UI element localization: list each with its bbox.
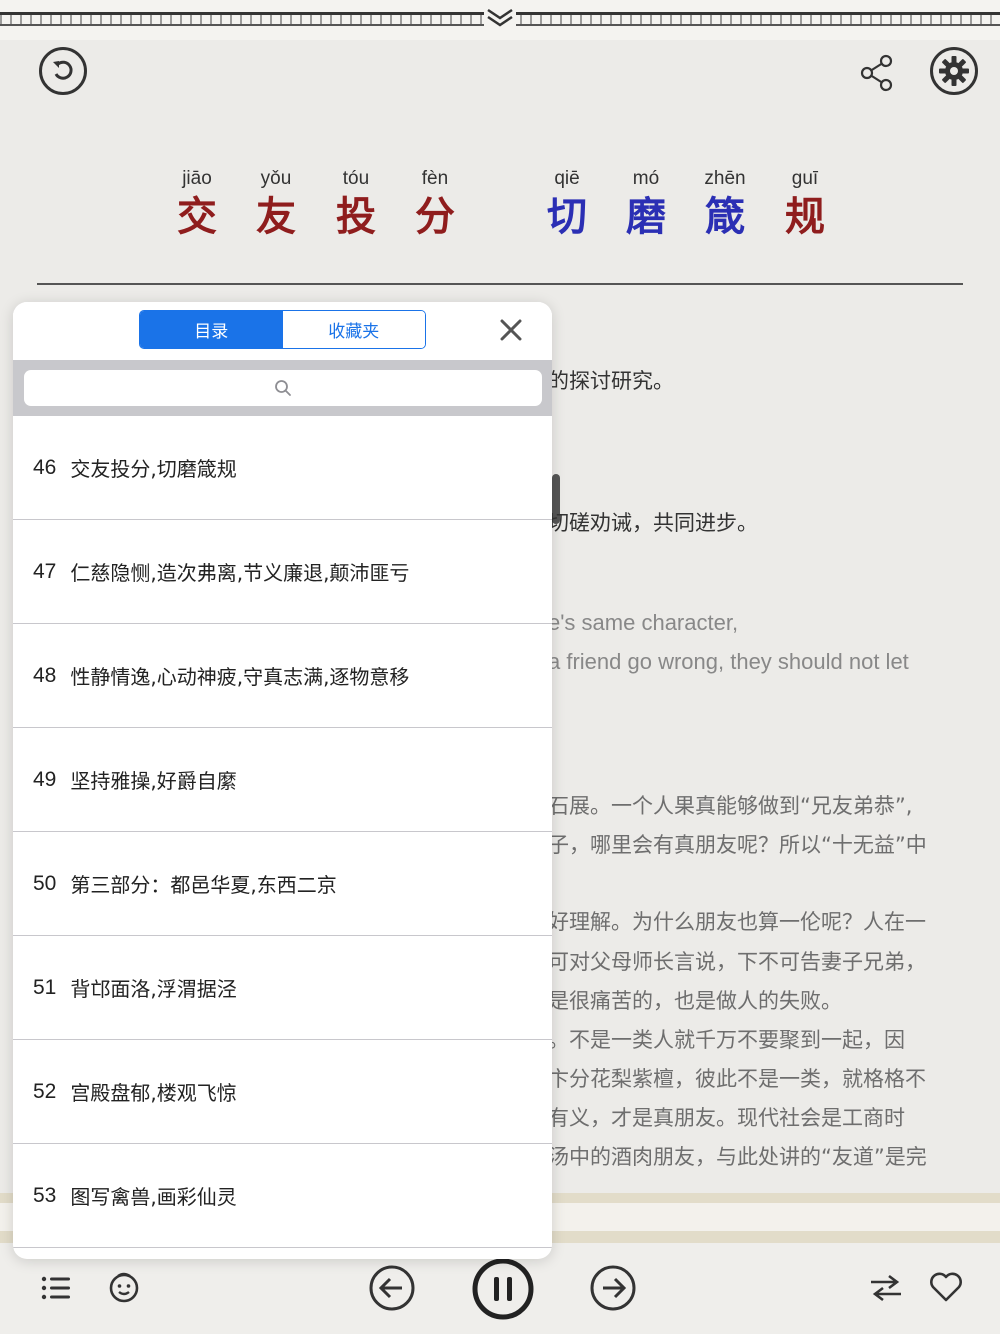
body-text: 子，哪里会有真朋友呢？所以“十无益”中 xyxy=(548,833,927,857)
title-char: jiāo 交 xyxy=(157,165,237,241)
search-icon xyxy=(275,380,291,396)
item-number: 53 xyxy=(33,1183,57,1207)
body-text-english: e's same character, xyxy=(548,610,739,635)
item-label: 第三部分：都邑华夏,东西二京 xyxy=(70,873,337,897)
search-input[interactable] xyxy=(24,370,542,406)
heart-icon xyxy=(930,1272,962,1302)
item-label: 性静情逸,心动神疲,守真志满,逐物意移 xyxy=(70,665,410,689)
list-icon xyxy=(41,1276,70,1300)
hanzi: 规 xyxy=(785,194,825,240)
contents-button[interactable] xyxy=(38,1270,74,1306)
share-icon xyxy=(860,54,893,92)
close-icon xyxy=(500,319,522,341)
body-text: 是很痛苦的，也是做人的失败。 xyxy=(548,989,842,1013)
list-item[interactable]: 53 图写禽兽,画彩仙灵 xyxy=(13,1144,552,1248)
arrow-left-circle-icon xyxy=(369,1265,415,1311)
title-char: yǒu 友 xyxy=(236,165,316,241)
item-number: 52 xyxy=(33,1079,57,1103)
contents-list: 46 交友投分,切磨箴规 47 仁慈隐恻,造次弗离,节义廉退,颠沛匪亏 48 性… xyxy=(13,416,552,1248)
list-item[interactable]: 51 背邙面洛,浮渭据泾 xyxy=(13,936,552,1040)
next-button[interactable] xyxy=(589,1264,637,1312)
close-button[interactable] xyxy=(497,316,525,344)
pinyin: yǒu xyxy=(260,168,292,189)
gear-icon xyxy=(939,56,969,86)
item-number: 51 xyxy=(33,975,57,999)
body-text: 汤中的酒肉朋友，与此处讲的“友道”是完 xyxy=(548,1145,927,1169)
tab-contents[interactable]: 目录 xyxy=(140,311,283,348)
previous-button[interactable] xyxy=(368,1264,416,1312)
shuffle-icon xyxy=(871,1274,901,1302)
title-char: mó 磨 xyxy=(606,165,686,241)
list-item[interactable]: 52 宫殿盘郁,楼观飞惊 xyxy=(13,1040,552,1144)
title-row: jiāo 交 yǒu 友 tóu 投 fèn 分 qiē 切 mó 磨 zhēn… xyxy=(0,165,1000,245)
pinyin: fèn xyxy=(421,168,449,189)
body-text: 。不是一类人就千万不要聚到一起，因 xyxy=(548,1028,905,1052)
hanzi: 交 xyxy=(177,194,217,240)
item-number: 49 xyxy=(33,767,57,791)
body-text: 卞分花梨紫檀，彼此不是一类，就格格不 xyxy=(548,1067,926,1091)
item-number: 48 xyxy=(33,663,57,687)
hanzi: 分 xyxy=(415,194,455,240)
body-text: 切磋劝诫，共同进步。 xyxy=(548,511,758,535)
pinyin: jiāo xyxy=(182,168,212,189)
item-label: 背邙面洛,浮渭据泾 xyxy=(70,977,237,1001)
list-item[interactable]: 49 坚持雅操,好爵自縻 xyxy=(13,728,552,832)
item-label: 仁慈隐恻,造次弗离,节义廉退,颠沛匪亏 xyxy=(70,561,410,585)
body-text: 有义，才是真朋友。现代社会是工商时 xyxy=(548,1106,905,1130)
body-text: 的探讨研究。 xyxy=(548,369,674,393)
pinyin: guī xyxy=(791,168,819,189)
undo-icon xyxy=(53,60,73,80)
title-divider xyxy=(37,283,963,285)
body-text: 石展。一个人果真能够做到“兄友弟恭”, xyxy=(548,794,913,818)
segmented-control: 目录 收藏夹 xyxy=(139,310,426,349)
pinyin: qiē xyxy=(554,168,580,189)
back-button[interactable] xyxy=(39,47,87,95)
settings-button[interactable] xyxy=(930,47,978,95)
panel-header: 目录 收藏夹 xyxy=(13,302,552,360)
collapse-chevron-icon[interactable] xyxy=(484,5,516,29)
title-char: guī 规 xyxy=(765,165,845,241)
hanzi: 磨 xyxy=(626,194,666,240)
hanzi: 投 xyxy=(336,194,376,240)
item-number: 47 xyxy=(33,559,57,583)
favorite-button[interactable] xyxy=(926,1269,966,1305)
item-number: 50 xyxy=(33,871,57,895)
play-pause-button[interactable] xyxy=(471,1257,535,1321)
pause-circle-icon xyxy=(472,1258,534,1320)
item-label: 宫殿盘郁,楼观飞惊 xyxy=(70,1081,237,1105)
contents-panel: 目录 收藏夹 46 交友投分,切磨箴规 47 仁慈隐恻,造次弗离,节义廉退,颠沛… xyxy=(13,302,552,1259)
share-button[interactable] xyxy=(857,53,897,93)
hanzi: 箴 xyxy=(705,194,745,240)
title-char: qiē 切 xyxy=(527,165,607,241)
arrow-right-circle-icon xyxy=(590,1265,636,1311)
reader-mode-button[interactable] xyxy=(105,1268,143,1306)
item-label: 坚持雅操,好爵自縻 xyxy=(70,769,237,793)
tab-favorites[interactable]: 收藏夹 xyxy=(282,311,425,348)
title-char: zhēn 箴 xyxy=(685,165,765,241)
pinyin: tóu xyxy=(342,168,370,189)
title-char: fèn 分 xyxy=(395,165,475,241)
body-text: 好理解。为什么朋友也算一伦呢？人在一 xyxy=(548,910,926,934)
search-bar xyxy=(13,360,552,416)
body-text: 可对父母师长言说，下不可告妻子兄弟， xyxy=(548,950,926,974)
hanzi: 友 xyxy=(256,194,296,240)
item-label: 交友投分,切磨箴规 xyxy=(70,457,237,481)
hanzi: 切 xyxy=(547,194,587,240)
list-item[interactable]: 50 第三部分：都邑华夏,东西二京 xyxy=(13,832,552,936)
item-label: 图写禽兽,画彩仙灵 xyxy=(70,1185,237,1209)
child-face-icon xyxy=(109,1272,139,1303)
pinyin: zhēn xyxy=(704,168,746,189)
list-item[interactable]: 47 仁慈隐恻,造次弗离,节义廉退,颠沛匪亏 xyxy=(13,520,552,624)
list-item[interactable]: 48 性静情逸,心动神疲,守真志满,逐物意移 xyxy=(13,624,552,728)
repeat-mode-button[interactable] xyxy=(866,1270,906,1306)
body-text-english: a friend go wrong, they should not let xyxy=(548,649,909,674)
list-item[interactable]: 46 交友投分,切磨箴规 xyxy=(13,416,552,520)
item-number: 46 xyxy=(33,455,57,479)
pinyin: mó xyxy=(632,168,660,189)
title-char: tóu 投 xyxy=(316,165,396,241)
